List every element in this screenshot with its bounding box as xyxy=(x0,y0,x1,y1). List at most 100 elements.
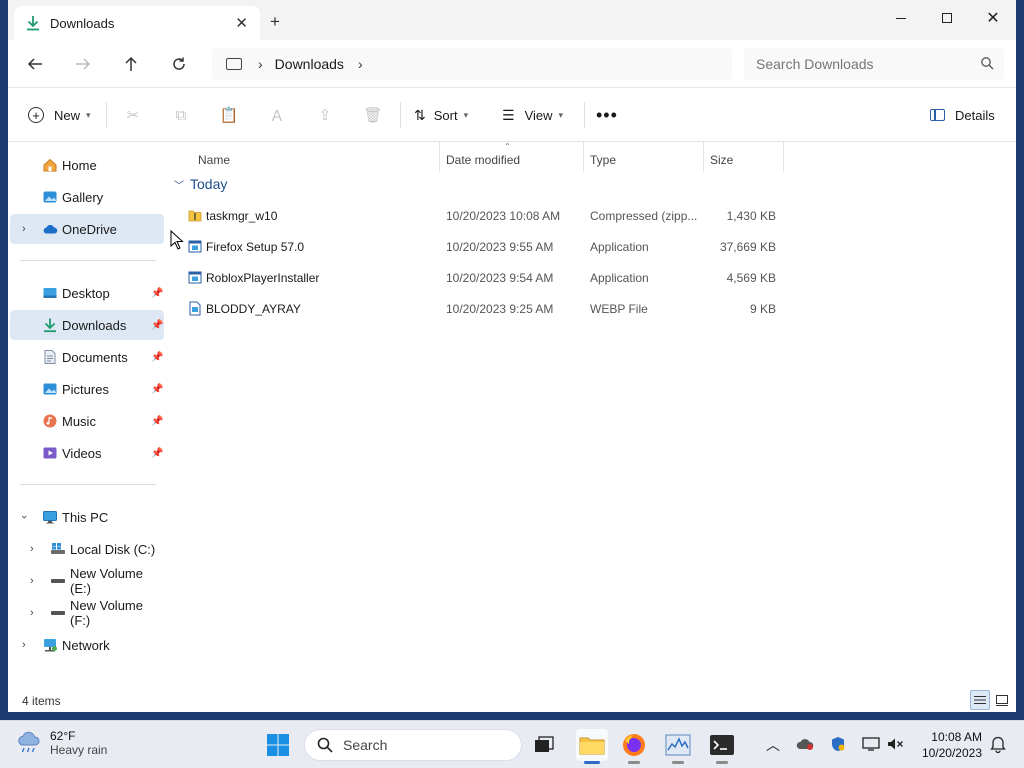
taskbar-search-box[interactable]: Search xyxy=(304,729,522,761)
security-shield-icon[interactable] xyxy=(830,736,846,752)
rename-icon[interactable]: Ａ xyxy=(268,106,286,125)
sidebar-item-network[interactable]: › Network xyxy=(10,630,164,660)
sidebar-item-downloads[interactable]: Downloads 📌 xyxy=(10,310,164,340)
task-view-button[interactable] xyxy=(528,729,560,761)
firefox-icon xyxy=(623,734,645,756)
speaker-muted-icon[interactable] xyxy=(886,736,904,752)
details-pane-button[interactable]: Details xyxy=(930,102,995,128)
search-input[interactable] xyxy=(756,56,966,72)
onedrive-tray-icon[interactable] xyxy=(796,737,814,751)
column-divider[interactable] xyxy=(703,142,704,172)
column-header-date[interactable]: Date modified xyxy=(446,148,520,172)
column-divider[interactable] xyxy=(783,142,784,172)
column-divider[interactable] xyxy=(439,142,440,172)
table-row[interactable]: RobloxPlayerInstaller 10/20/2023 9:54 AM… xyxy=(164,262,804,293)
plus-circle-icon: + xyxy=(28,107,44,123)
sidebar-item-new-volume-f[interactable]: › New Volume (F:) xyxy=(10,598,164,628)
tiles-view-button[interactable] xyxy=(992,690,1012,710)
pin-icon[interactable]: 📌 xyxy=(151,448,163,459)
sidebar-item-label: New Volume (F:) xyxy=(70,598,143,628)
firefox-taskbar-button[interactable] xyxy=(618,729,650,764)
chevron-up-icon[interactable]: ︿ xyxy=(766,735,780,755)
display-icon[interactable] xyxy=(862,736,880,752)
chevron-right-icon[interactable]: › xyxy=(22,639,26,651)
more-options-button[interactable]: ••• xyxy=(596,102,618,128)
chevron-right-icon[interactable]: › xyxy=(30,575,34,587)
back-button[interactable] xyxy=(22,52,48,76)
new-tab-button[interactable]: + xyxy=(270,12,280,32)
details-view-button[interactable] xyxy=(970,690,990,710)
group-header-today[interactable]: ﹀ Today xyxy=(174,176,227,192)
chevron-right-icon[interactable]: › xyxy=(258,56,263,72)
sidebar-item-desktop[interactable]: Desktop 📌 xyxy=(10,278,164,308)
sidebar-item-videos[interactable]: Videos 📌 xyxy=(10,438,164,468)
table-row[interactable]: taskmgr_w10 10/20/2023 10:08 AM Compress… xyxy=(164,200,804,231)
file-explorer-window: Downloads ✕ + ✕ › Downloads › Search Dow… xyxy=(8,0,1016,712)
pin-icon[interactable]: 📌 xyxy=(151,352,163,363)
weather-condition: Heavy rain xyxy=(50,743,108,757)
search-icon xyxy=(317,737,333,753)
file-type: Compressed (zipp... xyxy=(590,209,698,223)
chevron-right-icon[interactable]: › xyxy=(22,223,26,235)
sidebar-item-gallery[interactable]: Gallery xyxy=(10,182,164,212)
new-button[interactable]: + New ▾ xyxy=(28,102,91,128)
sidebar-item-music[interactable]: Music 📌 xyxy=(10,406,164,436)
sidebar-item-label: Home xyxy=(62,157,97,173)
minimize-button[interactable] xyxy=(878,4,924,32)
share-icon[interactable]: ⇪ xyxy=(316,106,334,124)
close-tab-icon[interactable]: ✕ xyxy=(235,14,248,32)
maximize-button[interactable] xyxy=(924,4,970,32)
sidebar-item-label: Pictures xyxy=(62,381,109,397)
sidebar-item-new-volume-e[interactable]: › New Volume (E:) xyxy=(10,566,164,596)
refresh-button[interactable] xyxy=(166,52,192,76)
chevron-right-icon[interactable]: › xyxy=(358,56,363,72)
file-explorer-taskbar-button[interactable] xyxy=(576,729,608,764)
weather-widget[interactable]: 62°F Heavy rain xyxy=(16,729,107,757)
notification-bell-icon[interactable] xyxy=(990,735,1006,753)
taskbar: 62°F Heavy rain Search ︿ 10:08 AM 10/20/… xyxy=(0,720,1024,768)
sidebar-item-home[interactable]: Home xyxy=(10,150,164,180)
pin-icon[interactable]: 📌 xyxy=(151,320,163,331)
sort-button[interactable]: ⇅ Sort ▾ xyxy=(414,102,468,128)
cut-icon[interactable]: ✂ xyxy=(124,106,142,124)
pc-icon xyxy=(43,511,57,524)
sidebar-item-onedrive[interactable]: › OneDrive xyxy=(10,214,164,244)
pin-icon[interactable]: 📌 xyxy=(151,416,163,427)
sidebar-item-this-pc[interactable]: › This PC xyxy=(10,502,164,532)
up-button[interactable] xyxy=(118,52,144,76)
forward-button[interactable] xyxy=(70,52,96,76)
videos-icon xyxy=(43,447,57,459)
terminal-taskbar-button[interactable] xyxy=(706,729,738,764)
chevron-right-icon[interactable]: › xyxy=(30,607,34,619)
sidebar-divider xyxy=(20,484,156,485)
chevron-right-icon[interactable]: › xyxy=(30,543,34,555)
column-header-size[interactable]: Size xyxy=(710,148,733,172)
home-icon xyxy=(43,158,57,172)
chevron-down-icon[interactable]: › xyxy=(18,515,30,519)
sidebar-item-local-disk-c[interactable]: › Local Disk (C:) xyxy=(10,534,164,564)
address-bar[interactable]: › Downloads › xyxy=(212,48,732,80)
drive-icon xyxy=(51,579,65,583)
sidebar-item-documents[interactable]: Documents 📌 xyxy=(10,342,164,372)
copy-icon[interactable]: ⧉ xyxy=(172,106,190,124)
search-box[interactable] xyxy=(744,48,1004,80)
column-divider[interactable] xyxy=(583,142,584,172)
pin-icon[interactable]: 📌 xyxy=(151,288,163,299)
navigation-bar: › Downloads › xyxy=(8,40,1016,88)
pin-icon[interactable]: 📌 xyxy=(151,384,163,395)
delete-icon[interactable]: 🗑 xyxy=(363,106,382,124)
sidebar-item-pictures[interactable]: Pictures 📌 xyxy=(10,374,164,404)
close-window-button[interactable]: ✕ xyxy=(970,4,1016,32)
column-header-name[interactable]: Name xyxy=(198,148,230,172)
view-button[interactable]: ☰ View ▾ xyxy=(502,102,563,128)
zip-folder-icon xyxy=(188,210,202,222)
breadcrumb-downloads[interactable]: Downloads xyxy=(275,56,344,72)
column-header-type[interactable]: Type xyxy=(590,148,616,172)
task-manager-taskbar-button[interactable] xyxy=(662,729,694,764)
tab-downloads[interactable]: Downloads ✕ xyxy=(14,6,260,40)
table-row[interactable]: BLODDY_AYRAY 10/20/2023 9:25 AM WEBP Fil… xyxy=(164,293,804,324)
start-button[interactable] xyxy=(262,729,294,761)
paste-icon[interactable]: 📋 xyxy=(220,106,239,124)
system-clock[interactable]: 10:08 AM 10/20/2023 xyxy=(908,729,982,761)
table-row[interactable]: Firefox Setup 57.0 10/20/2023 9:55 AM Ap… xyxy=(164,231,804,262)
